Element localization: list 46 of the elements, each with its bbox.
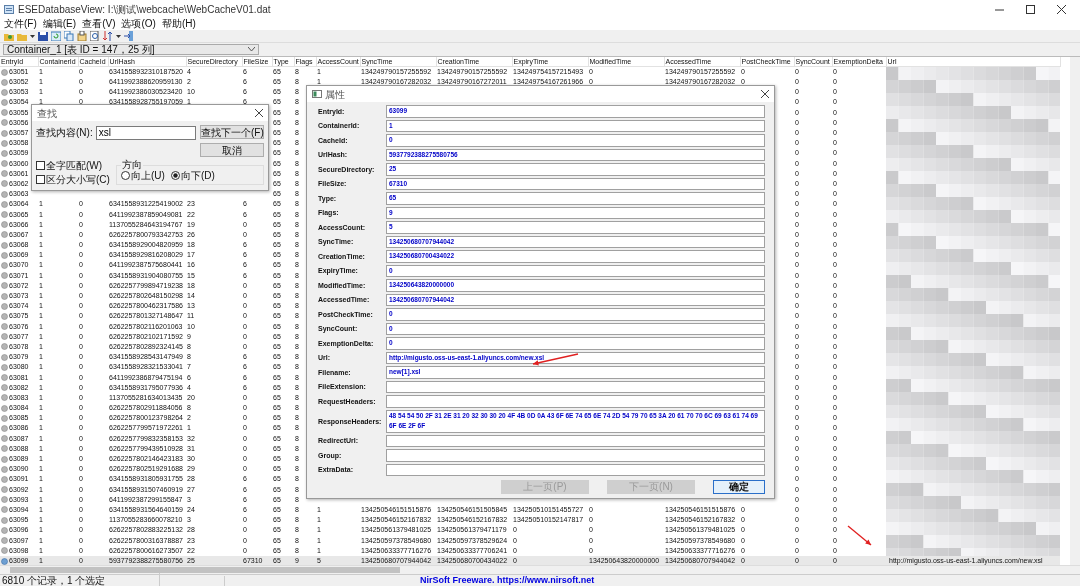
checkbox[interactable] bbox=[36, 175, 45, 184]
dialog-button[interactable]: 查找下一个(F) bbox=[200, 125, 264, 139]
value-field[interactable] bbox=[386, 395, 765, 408]
search-field[interactable]: xsl bbox=[95, 125, 196, 140]
dialog-title: 属性 bbox=[325, 87, 345, 102]
table-selector[interactable]: Container_1 [表 ID = 147，25 列] bbox=[3, 44, 259, 55]
menu-item[interactable]: 文件(F) bbox=[4, 18, 37, 30]
app-icon bbox=[4, 4, 14, 14]
menu-item[interactable]: 选项(O) bbox=[121, 18, 156, 30]
radio-button[interactable] bbox=[121, 171, 130, 180]
value-field[interactable] bbox=[386, 380, 765, 393]
close-icon[interactable] bbox=[761, 90, 769, 98]
checkbox[interactable] bbox=[36, 161, 45, 170]
field-label: 查找内容(N): bbox=[36, 126, 93, 140]
value-field[interactable] bbox=[386, 449, 765, 462]
exit-icon[interactable] bbox=[124, 31, 134, 41]
dialog-button[interactable]: 取消 bbox=[200, 143, 264, 157]
folder-icon[interactable] bbox=[4, 31, 14, 41]
maximize-icon[interactable] bbox=[1026, 4, 1035, 14]
annotation-arrow bbox=[847, 525, 872, 546]
value-field[interactable] bbox=[386, 463, 765, 476]
checkbox-label: 全字匹配(W) bbox=[46, 160, 103, 171]
menu-item[interactable]: 帮助(H) bbox=[161, 18, 196, 30]
copy-icon[interactable] bbox=[64, 31, 74, 41]
dialog-button[interactable]: 确定 bbox=[713, 480, 765, 494]
radio-label: 向上(U) bbox=[131, 170, 165, 181]
window-icon bbox=[312, 90, 322, 98]
checkbox-label: 区分大小写(C) bbox=[46, 174, 110, 185]
window-title: ESEDatabaseView: I:\测试\webcache\WebCacheV01.dat bbox=[18, 2, 271, 17]
radio-label: 向下(D) bbox=[180, 170, 215, 181]
scrollbar[interactable] bbox=[0, 565, 1080, 574]
status-link[interactable]: NirSoft Freeware. https://www.nirsoft.net bbox=[420, 573, 595, 586]
close-icon[interactable] bbox=[255, 109, 263, 117]
value-field[interactable] bbox=[386, 434, 765, 447]
close-icon[interactable] bbox=[1057, 4, 1066, 14]
search-icon[interactable] bbox=[90, 31, 100, 41]
group-label: 方向 bbox=[121, 160, 143, 170]
menu-item[interactable]: 查看(V) bbox=[82, 18, 116, 30]
caret-icon bbox=[248, 47, 255, 52]
sort-icon[interactable] bbox=[103, 31, 113, 41]
scrollbar[interactable] bbox=[1070, 57, 1080, 565]
status-text: 6810 个记录，1 个选定 bbox=[0, 573, 160, 586]
radio-button[interactable] bbox=[170, 171, 180, 180]
properties-icon[interactable] bbox=[77, 31, 87, 41]
dialog-title: 查找 bbox=[37, 106, 57, 121]
menu-item[interactable]: 编辑(E) bbox=[42, 18, 77, 30]
